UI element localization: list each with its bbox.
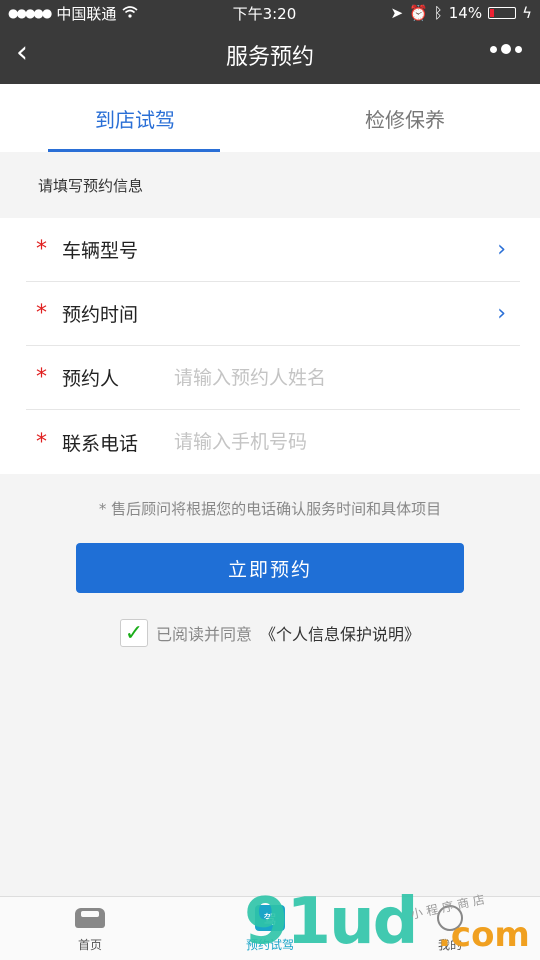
contact-name-row: * 预约人 <box>26 346 520 410</box>
tab-test-drive[interactable]: 到店试驾 <box>0 84 270 152</box>
privacy-policy-link[interactable]: 《个人信息保护说明》 <box>260 621 420 645</box>
phone-row: * 联系电话 <box>26 410 520 474</box>
navigation-bar: ‹ 服务预约 <box>0 26 540 84</box>
chevron-right-icon: › <box>497 301 506 326</box>
required-mark: * <box>36 301 47 326</box>
charging-icon: ϟ <box>522 4 532 22</box>
vehicle-model-row[interactable]: * 车辆型号 › <box>26 218 520 282</box>
phone-label: 联系电话 <box>62 432 139 455</box>
more-menu-icon[interactable] <box>490 44 522 54</box>
alarm-icon: ⏰ <box>409 4 428 22</box>
agreement-row: ✓ 已阅读并同意 《个人信息保护说明》 <box>0 619 540 647</box>
wifi-icon <box>122 4 138 22</box>
phone-input[interactable] <box>172 430 520 454</box>
required-mark: * <box>36 365 47 390</box>
checkmark-icon: ✓ <box>124 620 144 646</box>
booking-form: * 车辆型号 › * 预约时间 › * 预约人 * 联系电话 <box>0 218 540 474</box>
signal-icon: ●●●●● <box>8 6 52 20</box>
back-icon[interactable]: ‹ <box>16 38 28 68</box>
page-title: 服务预约 <box>225 45 314 70</box>
tabbar-home[interactable]: 首页 <box>0 897 180 960</box>
required-mark: * <box>36 429 47 455</box>
contact-name-label: 预约人 <box>62 368 120 390</box>
location-icon: ➤ <box>390 4 404 22</box>
chevron-right-icon: › <box>497 237 506 262</box>
battery-icon <box>488 7 517 19</box>
submit-booking-button[interactable]: 立即预约 <box>76 543 464 593</box>
agreement-checkbox[interactable]: ✓ <box>119 619 148 647</box>
status-time: 下午3:20 <box>232 4 297 23</box>
form-hint: 请填写预约信息 <box>38 176 144 195</box>
watermark-domain: .com <box>438 915 530 955</box>
appointment-time-label: 预约时间 <box>62 304 139 326</box>
agreement-text: 已阅读并同意 <box>155 625 252 644</box>
notice-text: * 售后顾问将根据您的电话确认服务时间和具体项目 <box>98 500 442 518</box>
tabbar-label: 首页 <box>77 938 102 952</box>
bluetooth-icon: ᛒ <box>433 4 443 22</box>
tab-label: 到店试驾 <box>95 107 175 132</box>
tab-label: 检修保养 <box>365 107 445 132</box>
tab-bar-top: 到店试驾 检修保养 <box>0 84 540 152</box>
required-mark: * <box>36 237 47 262</box>
car-icon <box>75 908 105 928</box>
status-bar: ●●●●● 中国联通 下午3:20 ➤ ⏰ ᛒ 14% ϟ <box>0 0 540 26</box>
battery-percent: 14% <box>448 4 483 22</box>
watermark-logo: 91ud <box>244 885 418 959</box>
carrier-label: 中国联通 <box>56 4 117 23</box>
tab-maintenance[interactable]: 检修保养 <box>270 84 540 152</box>
vehicle-model-label: 车辆型号 <box>62 240 139 262</box>
contact-name-input[interactable] <box>172 365 520 390</box>
appointment-time-row[interactable]: * 预约时间 › <box>26 282 520 346</box>
